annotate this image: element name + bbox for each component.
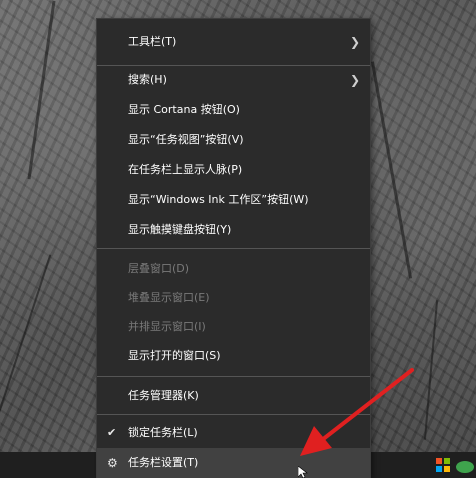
chevron-right-icon: ❯	[349, 35, 360, 49]
menu-item-lock-taskbar[interactable]: ✔ 锁定任务栏(L)	[97, 418, 370, 448]
app-tray-icon[interactable]	[456, 461, 474, 473]
menu-item-label: 任务管理器(K)	[128, 389, 199, 402]
menu-item-label: 搜索(H)	[128, 73, 167, 86]
taskbar-context-menu: 工具栏(T) ❯ 搜索(H) ❯ 显示 Cortana 按钮(O) 显示“任务视…	[96, 18, 371, 478]
menu-item-show-people[interactable]: 在任务栏上显示人脉(P)	[97, 155, 370, 185]
menu-item-label: 层叠窗口(D)	[128, 262, 190, 275]
menu-item-label: 显示“任务视图”按钮(V)	[128, 133, 244, 146]
menu-item-label: 锁定任务栏(L)	[128, 426, 198, 439]
menu-item-label: 任务栏设置(T)	[128, 456, 199, 469]
wallpaper-crack	[370, 61, 413, 279]
wallpaper-crack	[0, 254, 52, 436]
menu-item-label: 在任务栏上显示人脉(P)	[128, 163, 243, 176]
menu-separator	[97, 248, 370, 249]
menu-item-label: 并排显示窗口(I)	[128, 320, 206, 333]
menu-item-label: 显示 Cortana 按钮(O)	[128, 103, 240, 116]
menu-item-show-cortana[interactable]: 显示 Cortana 按钮(O)	[97, 95, 370, 125]
menu-item-label: 显示“Windows Ink 工作区”按钮(W)	[128, 193, 309, 206]
menu-item-task-manager[interactable]: 任务管理器(K)	[97, 381, 370, 411]
menu-item-show-task-view[interactable]: 显示“任务视图”按钮(V)	[97, 125, 370, 155]
menu-item-stack-windows: 堆叠显示窗口(E)	[97, 283, 370, 313]
menu-separator	[97, 376, 370, 377]
gear-icon: ⚙	[107, 456, 118, 470]
menu-item-label: 显示触摸键盘按钮(Y)	[128, 223, 232, 236]
menu-item-search[interactable]: 搜索(H) ❯	[97, 65, 370, 95]
mouse-pointer-icon	[298, 466, 308, 478]
menu-separator	[97, 414, 370, 415]
menu-item-show-touch-keyboard[interactable]: 显示触摸键盘按钮(Y)	[97, 215, 370, 245]
windows-flag-tray-icon[interactable]	[436, 458, 450, 472]
wallpaper-crack	[423, 300, 439, 440]
menu-item-side-by-side-windows: 并排显示窗口(I)	[97, 312, 370, 342]
menu-item-label: 工具栏(T)	[128, 35, 177, 48]
menu-item-show-desktop-windows[interactable]: 显示打开的窗口(S)	[97, 341, 370, 371]
chevron-right-icon: ❯	[349, 73, 360, 87]
menu-item-taskbar-settings[interactable]: ⚙ 任务栏设置(T)	[97, 448, 370, 478]
menu-item-label: 显示打开的窗口(S)	[128, 349, 221, 362]
menu-item-show-windows-ink[interactable]: 显示“Windows Ink 工作区”按钮(W)	[97, 185, 370, 215]
menu-item-cascade-windows: 层叠窗口(D)	[97, 254, 370, 284]
checkmark-icon: ✔	[107, 426, 117, 439]
wallpaper-crack	[27, 0, 56, 180]
menu-item-toolbars[interactable]: 工具栏(T) ❯	[97, 27, 370, 57]
menu-item-label: 堆叠显示窗口(E)	[128, 291, 210, 304]
